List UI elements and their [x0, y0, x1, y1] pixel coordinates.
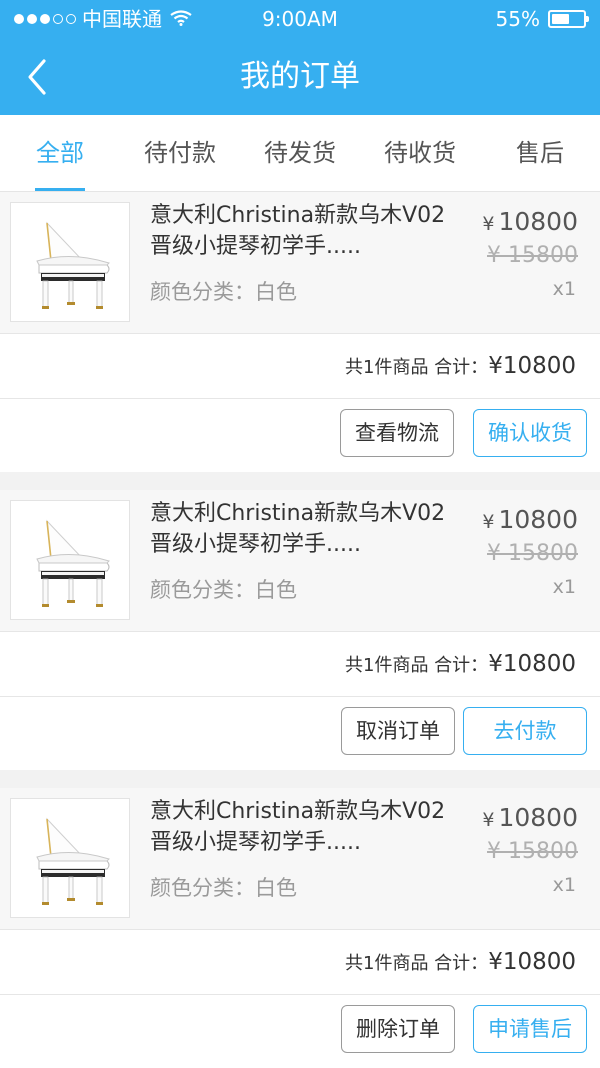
order-card: 意大利Christina新款乌木V02晋级小提琴初学手..... 颜色分类：白色…: [0, 490, 600, 770]
original-price: ¥ 15800: [487, 839, 578, 864]
grand-piano-icon: [36, 817, 110, 905]
order-actions: 查看物流 确认收货: [0, 399, 600, 472]
app-header: 中国联通 9:00AM 55% 我的订单: [0, 0, 600, 115]
order-summary: 共1件商品 合计：¥10800: [0, 334, 600, 399]
order-total: ¥10800: [488, 353, 576, 379]
grand-piano-icon: [36, 519, 110, 607]
view-logistics-button[interactable]: 查看物流: [340, 409, 454, 457]
delete-order-button[interactable]: 删除订单: [341, 1005, 455, 1053]
order-item[interactable]: 意大利Christina新款乌木V02晋级小提琴初学手..... 颜色分类：白色…: [0, 192, 600, 334]
summary-count-text: 共1件商品 合计：: [345, 953, 489, 974]
summary-count-text: 共1件商品 合计：: [345, 357, 489, 378]
order-card: 意大利Christina新款乌木V02晋级小提琴初学手..... 颜色分类：白色…: [0, 192, 600, 472]
request-after-sales-button[interactable]: 申请售后: [473, 1005, 587, 1053]
navigation-bar: 我的订单: [0, 38, 600, 115]
order-total: ¥10800: [488, 651, 576, 677]
status-bar: 中国联通 9:00AM 55%: [0, 0, 600, 38]
product-name: 意大利Christina新款乌木V02晋级小提琴初学手.....: [150, 799, 446, 855]
confirm-receipt-button[interactable]: 确认收货: [473, 409, 587, 457]
order-card: 意大利Christina新款乌木V02晋级小提琴初学手..... 颜色分类：白色…: [0, 788, 600, 1068]
order-summary: 共1件商品 合计：¥10800: [0, 632, 600, 697]
order-total: ¥10800: [488, 949, 576, 975]
tab-all[interactable]: 全部: [0, 115, 120, 191]
price-value: 10800: [498, 505, 578, 534]
product-name: 意大利Christina新款乌木V02晋级小提琴初学手.....: [150, 501, 446, 557]
battery-percentage: 55%: [495, 7, 540, 31]
summary-count-text: 共1件商品 合计：: [345, 655, 489, 676]
order-list: 意大利Christina新款乌木V02晋级小提琴初学手..... 颜色分类：白色…: [0, 192, 600, 1068]
product-spec: 颜色分类：白色: [150, 876, 297, 900]
currency-symbol: ¥: [482, 213, 495, 235]
product-price: ¥10800: [482, 206, 578, 240]
order-status-tabs: 全部 待付款 待发货 待收货 售后: [0, 115, 600, 192]
price-column: ¥10800 ¥ 15800: [482, 504, 578, 570]
product-price: ¥10800: [482, 504, 578, 538]
product-price: ¥10800: [482, 802, 578, 836]
tab-after-sales[interactable]: 售后: [480, 115, 600, 191]
original-price: ¥ 15800: [487, 541, 578, 566]
order-actions: 取消订单 去付款: [0, 697, 600, 770]
price-column: ¥10800 ¥ 15800: [482, 802, 578, 868]
status-right: 55%: [495, 0, 589, 38]
product-spec: 颜色分类：白色: [150, 578, 297, 602]
product-thumbnail: [10, 798, 130, 918]
order-summary: 共1件商品 合计：¥10800: [0, 930, 600, 995]
product-thumbnail: [10, 202, 130, 322]
order-actions: 删除订单 申请售后: [0, 995, 600, 1068]
currency-symbol: ¥: [482, 511, 495, 533]
order-item[interactable]: 意大利Christina新款乌木V02晋级小提琴初学手..... 颜色分类：白色…: [0, 490, 600, 632]
battery-icon: [548, 10, 589, 28]
product-quantity: x1: [552, 576, 576, 598]
grand-piano-icon: [36, 221, 110, 309]
tab-pending-receipt[interactable]: 待收货: [360, 115, 480, 191]
price-column: ¥10800 ¥ 15800: [482, 206, 578, 272]
original-price: ¥ 15800: [487, 243, 578, 268]
product-spec: 颜色分类：白色: [150, 280, 297, 304]
product-thumbnail: [10, 500, 130, 620]
product-quantity: x1: [552, 874, 576, 896]
price-value: 10800: [498, 207, 578, 236]
product-name: 意大利Christina新款乌木V02晋级小提琴初学手.....: [150, 203, 446, 259]
product-quantity: x1: [552, 278, 576, 300]
tab-pending-shipment[interactable]: 待发货: [240, 115, 360, 191]
page-title: 我的订单: [240, 59, 360, 94]
pay-now-button[interactable]: 去付款: [463, 707, 587, 755]
price-value: 10800: [498, 803, 578, 832]
cancel-order-button[interactable]: 取消订单: [341, 707, 455, 755]
order-item[interactable]: 意大利Christina新款乌木V02晋级小提琴初学手..... 颜色分类：白色…: [0, 788, 600, 930]
currency-symbol: ¥: [482, 809, 495, 831]
tab-pending-payment[interactable]: 待付款: [120, 115, 240, 191]
